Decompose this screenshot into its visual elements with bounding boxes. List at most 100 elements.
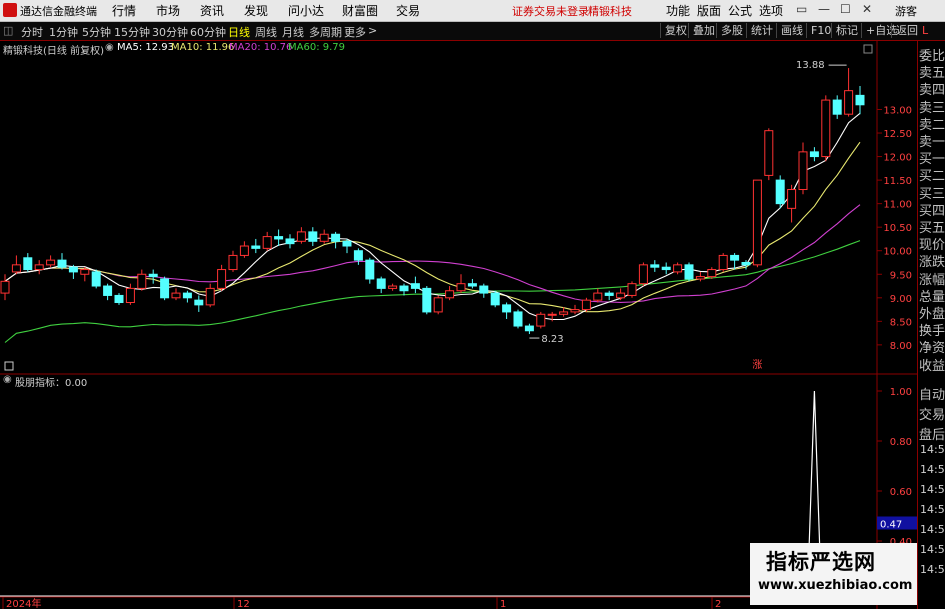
candle: [285, 234, 295, 249]
tab-period-15min[interactable]: 15分钟: [114, 24, 150, 40]
minimize-icon[interactable]: —: [818, 2, 830, 16]
statistics-button[interactable]: 统计: [746, 23, 777, 38]
candle-body: [787, 189, 797, 209]
candle: [182, 290, 192, 303]
candle: [661, 262, 671, 275]
chart-annotations: 13.88 8.23 涨: [4, 44, 873, 371]
menu-ask-xiaoda[interactable]: 问小达: [288, 2, 324, 19]
candle-body: [46, 259, 56, 266]
restore-icon[interactable]: ▭: [796, 2, 807, 16]
overlay-button[interactable]: 叠加: [688, 23, 719, 38]
menu-wealth-circle[interactable]: 财富圈: [342, 2, 378, 19]
menu-function[interactable]: 功能: [666, 2, 690, 19]
candle: [673, 262, 683, 275]
candle-body: [114, 294, 124, 304]
indicator-toggle-icon[interactable]: ◉: [3, 374, 12, 385]
y-tick-label: 9.50: [890, 270, 912, 281]
candle: [479, 283, 489, 298]
tab-period-weekly[interactable]: 周线: [255, 24, 277, 40]
candle-body: [764, 130, 774, 176]
y-tick-label: 11.50: [883, 176, 912, 187]
y-tick-label: 12.50: [883, 129, 912, 140]
kline-chart[interactable]: 13.0012.5012.0011.5011.0010.5010.009.509…: [0, 41, 917, 609]
candle-body: [148, 273, 158, 278]
candle-body: [194, 299, 204, 306]
period-toolbar: ◫ 分时 1分钟 5分钟 15分钟 30分钟 60分钟 日线 周线 月线 多周期…: [0, 22, 945, 41]
ma10-value: MA10: 11.96: [171, 42, 235, 53]
side-label: 总量: [919, 289, 945, 305]
panel-toggle-icon[interactable]: ◫: [3, 24, 13, 37]
maximize-icon[interactable]: ☐: [840, 2, 851, 16]
candle: [422, 286, 432, 315]
candle: [308, 227, 318, 247]
login-warning[interactable]: 证券交易未登录: [512, 3, 589, 19]
tab-period-daily[interactable]: 日线: [228, 24, 250, 40]
candle: [787, 184, 797, 223]
candle: [23, 253, 33, 272]
candle-body: [627, 283, 637, 296]
side-bottom-label: 交易: [919, 408, 945, 423]
candle: [650, 260, 660, 272]
candle: [80, 267, 90, 282]
candle: [342, 238, 352, 254]
price-axis: 13.00 12.50 12.00 11.50 11.00 10.50 10.00 9.50 9…: [877, 105, 912, 352]
watermark-url: www.xuezhibiao.com: [758, 578, 913, 593]
candle: [524, 323, 534, 335]
tab-period-multi[interactable]: 多周期: [309, 24, 342, 40]
menu-discover[interactable]: 发现: [244, 2, 268, 19]
candle-body: [695, 276, 705, 280]
candle: [205, 283, 215, 308]
user-guest[interactable]: 游客: [895, 3, 917, 19]
back-button[interactable]: 返回: [891, 23, 922, 38]
candle: [262, 231, 272, 251]
menu-layout[interactable]: 版面: [697, 2, 721, 19]
tab-period-fenshi[interactable]: 分时: [21, 24, 43, 40]
side-toggle-letter[interactable]: L: [922, 24, 928, 37]
mark-button[interactable]: 标记: [831, 23, 862, 38]
side-label: 卖二: [919, 117, 945, 133]
candle-body: [502, 304, 512, 313]
ma60-value: MA60: 9.79: [288, 42, 346, 53]
candle-body: [68, 266, 78, 273]
tab-period-more[interactable]: 更多: [344, 24, 366, 40]
candle-body: [638, 264, 648, 285]
tab-period-1min[interactable]: 1分钟: [49, 24, 78, 40]
menu-formula[interactable]: 公式: [728, 2, 752, 19]
menu-trade[interactable]: 交易: [396, 2, 420, 19]
date-axis: 2024年 12 1 2: [2, 597, 721, 609]
candle: [217, 264, 227, 291]
candle: [616, 288, 626, 301]
menu-options[interactable]: 选项: [759, 2, 783, 19]
candle: [775, 175, 785, 209]
draw-line-button[interactable]: 画线: [776, 23, 807, 38]
multi-stock-button[interactable]: 多股: [716, 23, 747, 38]
close-icon[interactable]: ✕: [862, 2, 872, 16]
candle: [239, 241, 249, 258]
candle-body: [137, 273, 147, 289]
candle: [296, 227, 306, 244]
candle-body: [581, 299, 591, 311]
tab-period-60min[interactable]: 60分钟: [190, 24, 226, 40]
side-label: 买二: [919, 169, 945, 185]
candle-body: [604, 292, 614, 296]
tab-period-5min[interactable]: 5分钟: [82, 24, 111, 40]
candle: [171, 288, 181, 301]
candle-body: [285, 238, 295, 245]
menu-market[interactable]: 市场: [156, 2, 180, 19]
side-time: 14:56: [920, 463, 945, 476]
candle-body: [775, 179, 785, 205]
candle: [718, 253, 728, 272]
chevron-right-icon[interactable]: >: [368, 24, 377, 37]
menu-quotes[interactable]: 行情: [112, 2, 136, 19]
tab-period-30min[interactable]: 30分钟: [152, 24, 188, 40]
side-label: 买一: [919, 152, 945, 168]
candle: [194, 295, 204, 312]
candle: [228, 250, 238, 272]
fuquan-button[interactable]: 复权: [660, 23, 691, 38]
tab-period-monthly[interactable]: 月线: [282, 24, 304, 40]
app-title: 通达信金融终端: [20, 5, 97, 18]
collapse-icon[interactable]: ◉: [105, 42, 114, 53]
menu-news[interactable]: 资讯: [200, 2, 224, 19]
candle: [684, 262, 694, 282]
candle-body: [513, 311, 523, 327]
